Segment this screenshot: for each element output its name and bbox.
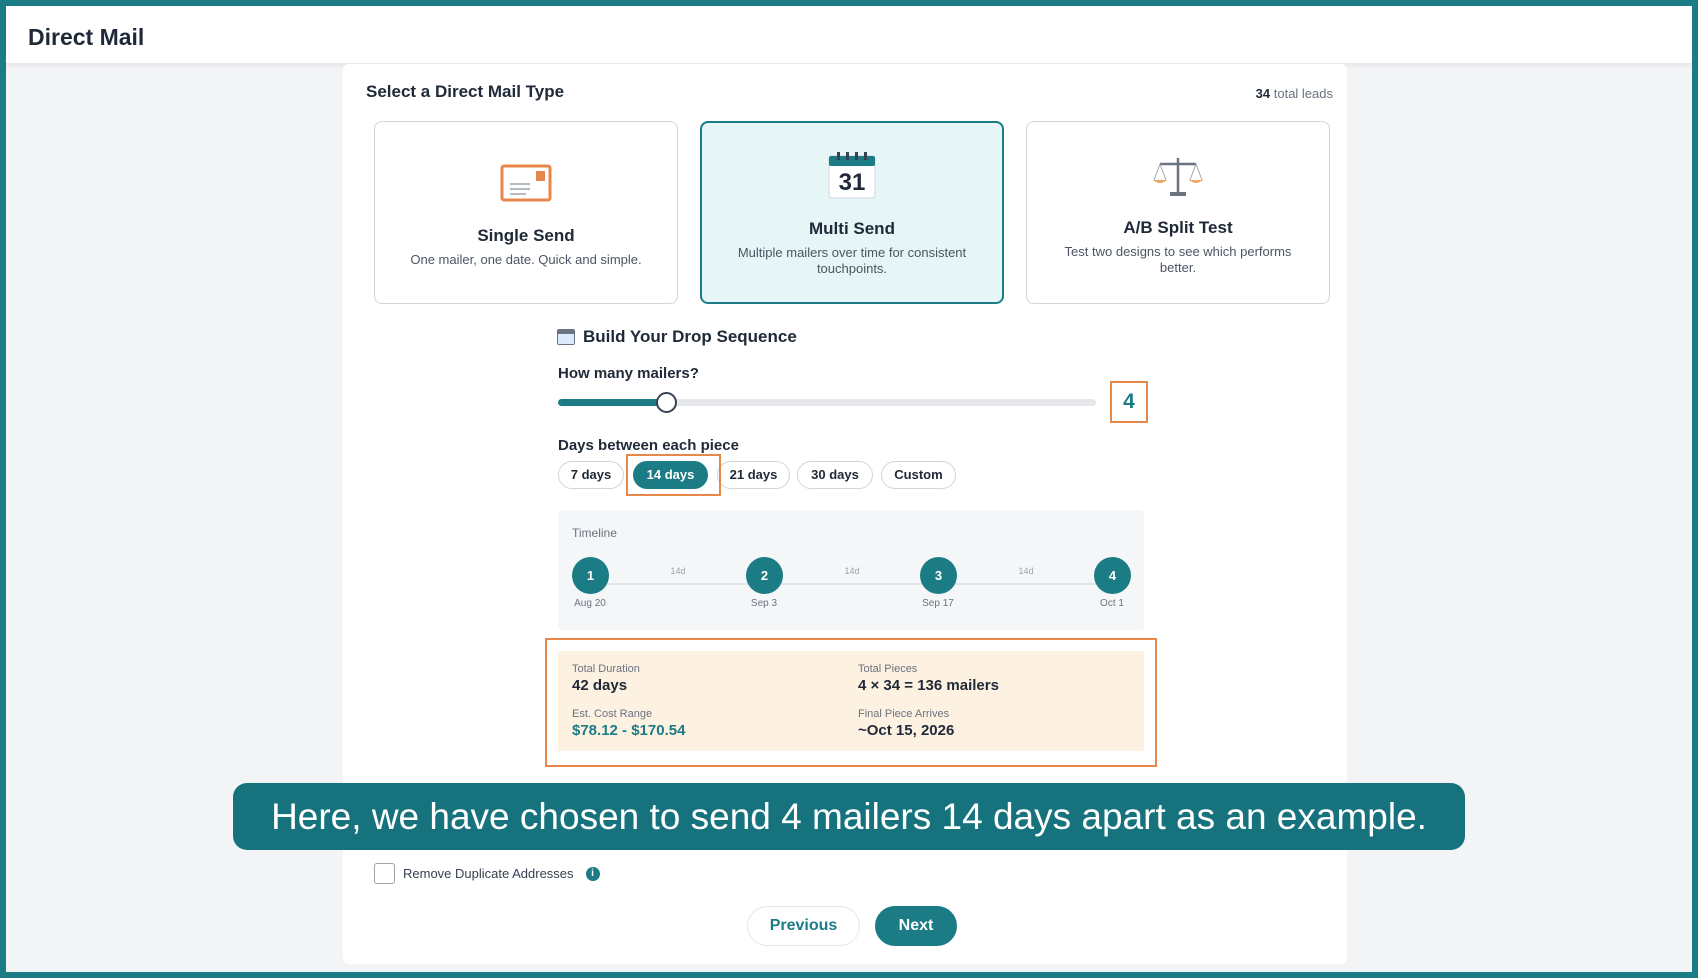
timeline-node: 2 xyxy=(746,557,783,594)
timeline-gap: 14d xyxy=(1018,566,1034,576)
slider-fill xyxy=(558,399,666,406)
calendar-icon xyxy=(557,329,575,345)
calendar-number: 31 xyxy=(838,169,866,196)
next-button[interactable]: Next xyxy=(875,906,957,946)
card-title: Multi Send xyxy=(809,219,895,238)
top-bar: Direct Mail xyxy=(6,6,1692,64)
mailers-slider[interactable] xyxy=(558,392,1096,413)
card-title: Single Send xyxy=(477,226,575,245)
day-option-7[interactable]: 7 days xyxy=(558,461,624,489)
remove-duplicates-row: Remove Duplicate Addresses i xyxy=(374,863,600,884)
timeline-date: Aug 20 xyxy=(574,598,606,609)
card-title: A/B Split Test xyxy=(1123,218,1233,237)
remove-duplicates-label: Remove Duplicate Addresses xyxy=(403,866,574,881)
leads-count: 34 xyxy=(1255,86,1271,101)
timeline-node: 1 xyxy=(572,557,609,594)
mailers-label: How many mailers? xyxy=(558,365,699,382)
mailers-count-field[interactable]: 4 xyxy=(1110,381,1148,423)
summary-highlight xyxy=(545,638,1157,767)
envelope-icon xyxy=(500,164,552,202)
card-single-send[interactable]: Single Send One mailer, one date. Quick … xyxy=(374,121,678,304)
timeline-gap: 14d xyxy=(670,566,686,576)
timeline-line xyxy=(590,583,1114,585)
timeline: Timeline 14d 14d 14d 1 2 3 4 Aug 20 Sep … xyxy=(558,510,1144,630)
day-option-21[interactable]: 21 days xyxy=(717,461,790,489)
slider-thumb[interactable] xyxy=(655,392,677,413)
card-ab-split-test[interactable]: A/B Split Test Test two designs to see w… xyxy=(1026,121,1330,304)
timeline-node: 3 xyxy=(920,557,957,594)
day-option-30[interactable]: 30 days xyxy=(797,461,873,489)
days-label: Days between each piece xyxy=(558,437,739,454)
card-description: Multiple mailers over time for consisten… xyxy=(737,245,967,276)
timeline-date: Sep 3 xyxy=(750,598,778,609)
timeline-gap: 14d xyxy=(844,566,860,576)
drop-sequence-label: Build Your Drop Sequence xyxy=(583,327,797,346)
remove-duplicates-checkbox[interactable] xyxy=(374,863,395,884)
card-description: One mailer, one date. Quick and simple. xyxy=(410,252,642,267)
card-multi-send[interactable]: 31 Multi Send Multiple mailers over time… xyxy=(700,121,1004,304)
timeline-node: 4 xyxy=(1094,557,1131,594)
selected-option-highlight xyxy=(626,454,721,496)
previous-button[interactable]: Previous xyxy=(747,906,860,946)
day-option-custom[interactable]: Custom xyxy=(881,461,956,489)
page-title: Direct Mail xyxy=(28,24,145,50)
calendar-icon: 31 xyxy=(828,151,876,199)
timeline-date: Oct 1 xyxy=(1100,598,1124,609)
leads-label: total leads xyxy=(1273,86,1333,101)
timeline-label: Timeline xyxy=(572,526,617,540)
card-description: Test two designs to see which performs b… xyxy=(1064,244,1292,275)
info-icon[interactable]: i xyxy=(585,866,600,881)
timeline-date: Sep 17 xyxy=(922,598,954,609)
scale-icon xyxy=(1153,158,1203,196)
total-leads: 34 total leads xyxy=(1256,86,1333,101)
caption-overlay: Here, we have chosen to send 4 mailers 1… xyxy=(233,783,1465,850)
section-title: Select a Direct Mail Type xyxy=(366,82,565,101)
drop-sequence-title: Build Your Drop Sequence xyxy=(557,327,797,347)
